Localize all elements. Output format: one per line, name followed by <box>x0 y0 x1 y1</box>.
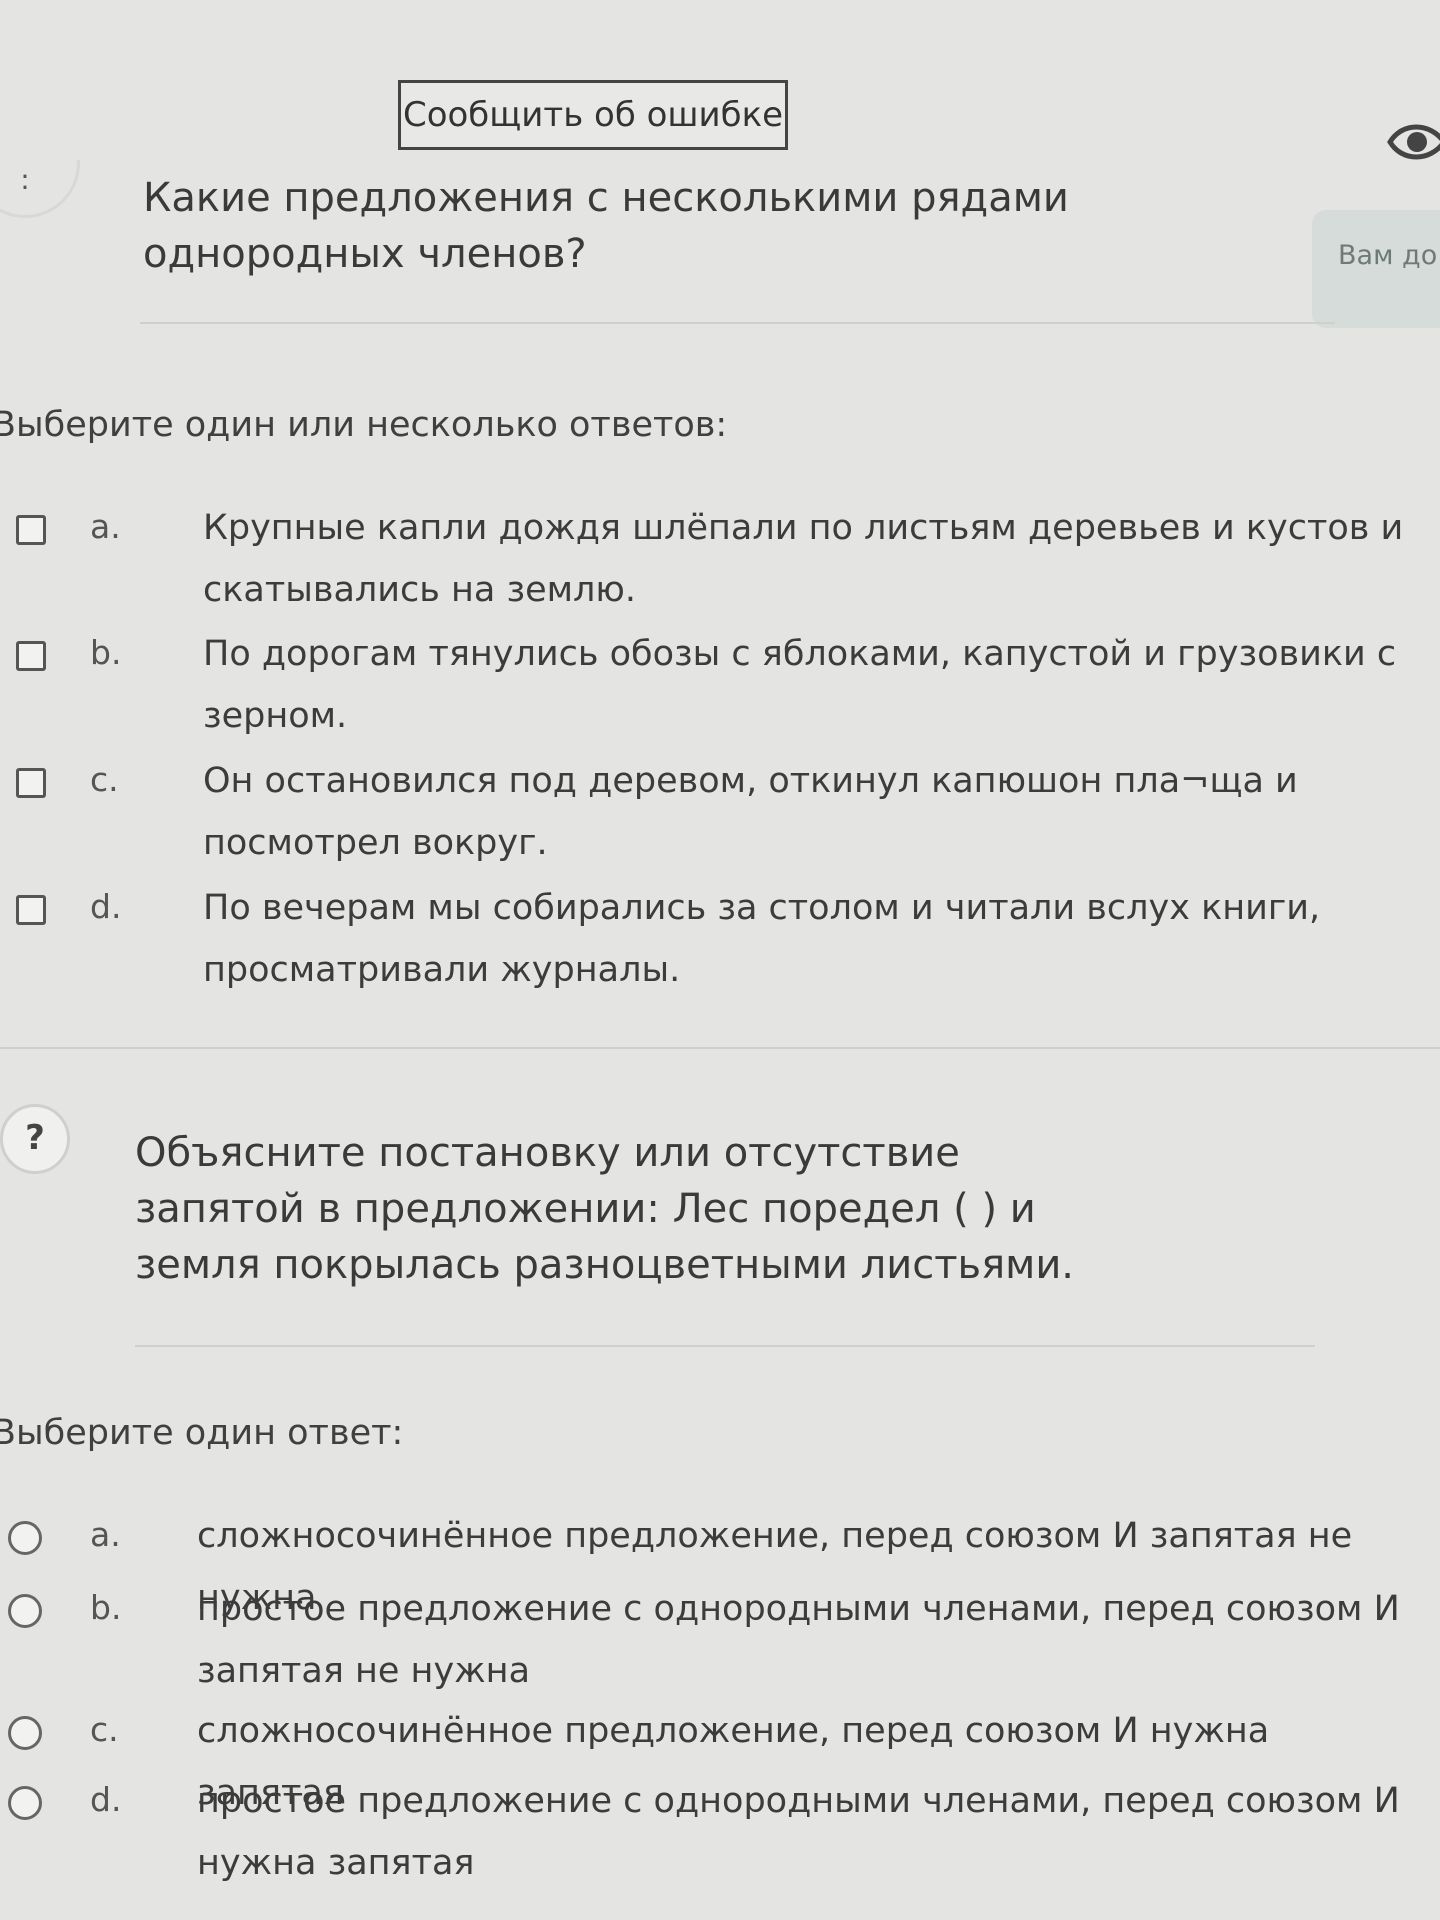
question-2-instruction: Выберите один ответ: <box>0 1413 404 1453</box>
option-text[interactable]: Крупные капли дождя шлёпали по листьям д… <box>203 497 1433 621</box>
question-divider <box>140 322 1335 324</box>
question-divider <box>135 1345 1315 1347</box>
question-1-text: Какие предложения с несколькими рядами о… <box>143 175 1069 277</box>
option-text[interactable]: По вечерам мы собирались за столом и чит… <box>203 877 1433 1001</box>
option-letter: d. <box>90 1780 122 1819</box>
option-letter: c. <box>90 1710 119 1749</box>
question-2-text: Объясните постановку или отсутствие запя… <box>135 1130 1075 1288</box>
radio-button[interactable] <box>8 1786 42 1820</box>
section-divider <box>0 1047 1440 1049</box>
checkbox[interactable] <box>16 768 46 798</box>
eye-icon[interactable] <box>1386 118 1440 166</box>
option-text[interactable]: Он остановился под деревом, откинул капю… <box>203 750 1433 874</box>
question-1-instruction: Выберите один или несколько ответов: <box>0 405 728 445</box>
radio-button[interactable] <box>8 1521 42 1555</box>
option-text[interactable]: простое предложение с однородными членам… <box>197 1770 1427 1894</box>
checkbox[interactable] <box>16 895 46 925</box>
option-letter: b. <box>90 1588 122 1627</box>
option-letter: a. <box>90 1515 121 1554</box>
radio-button[interactable] <box>8 1716 42 1750</box>
option-letter: c. <box>90 760 119 799</box>
hint-panel: Вам до <box>1312 210 1440 328</box>
checkbox[interactable] <box>16 641 46 671</box>
question-badge: : <box>0 160 80 218</box>
radio-button[interactable] <box>8 1594 42 1628</box>
option-letter: a. <box>90 507 121 546</box>
option-text[interactable]: По дорогам тянулись обозы с яблоками, ка… <box>203 623 1433 747</box>
option-letter: b. <box>90 633 122 672</box>
option-letter: d. <box>90 887 122 926</box>
option-text[interactable]: простое предложение с однородными членам… <box>197 1578 1427 1702</box>
checkbox[interactable] <box>16 515 46 545</box>
question-help-badge: ? <box>0 1104 70 1174</box>
report-error-button[interactable]: Сообщить об ошибке <box>398 80 788 150</box>
hint-label: Вам до <box>1338 240 1438 271</box>
